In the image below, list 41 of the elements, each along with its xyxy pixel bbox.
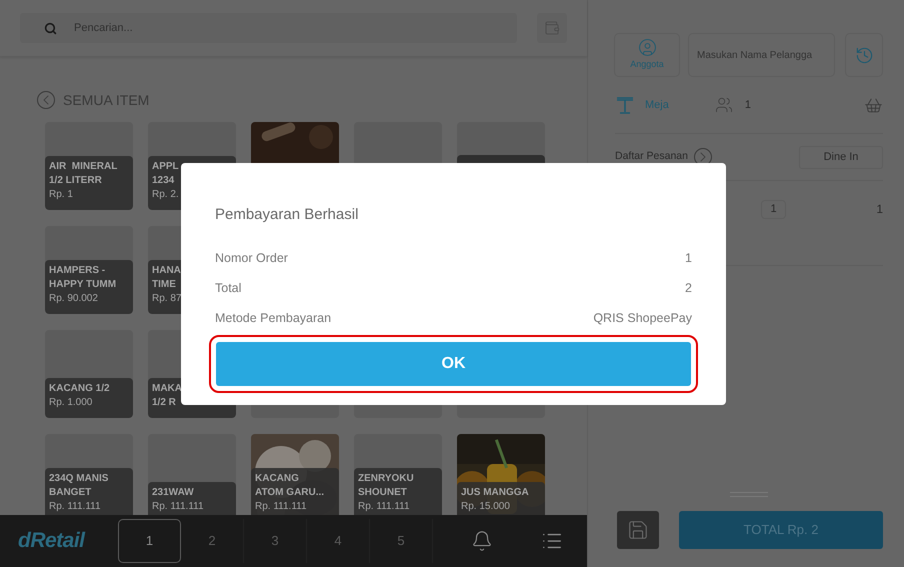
item-name: KACANG 1/2: [49, 382, 110, 396]
item-name: KACANG: [255, 472, 299, 486]
item-name: SHOUNET: [358, 486, 407, 500]
guest-count: 1: [744, 98, 751, 113]
item-price: Rp. 15.000: [461, 500, 510, 514]
detail-label: Metode Pembayaran: [215, 310, 332, 327]
item-price: Rp. 87: [152, 292, 182, 306]
item-name: 1234: [152, 174, 174, 188]
item-name: TIME: [152, 278, 176, 292]
item-price: Rp. 2.: [152, 188, 179, 202]
item-price: Rp. 111.111: [49, 500, 101, 514]
item-name: MAKA: [152, 382, 182, 396]
detail-value: QRIS ShopeePay: [593, 310, 692, 327]
detail-value: 2: [685, 280, 692, 297]
item-name: ZENRYOKU: [358, 472, 414, 486]
order-amount: 1: [876, 201, 883, 218]
item-name: AIR MINERAL: [49, 160, 118, 174]
item-price: Rp. 111.111: [255, 500, 307, 514]
item-price: Rp. 111.111: [152, 500, 204, 514]
order-list-title: Daftar Pesanan: [615, 149, 688, 164]
item-name: HANA: [152, 264, 181, 278]
detail-label: Nomor Order: [215, 250, 288, 267]
item-name: JUS MANGGA: [461, 486, 529, 500]
item-name: 234Q MANIS: [49, 472, 108, 486]
dialog-title: Pembayaran Berhasil: [215, 205, 360, 225]
item-name: BANGET: [49, 486, 92, 500]
item-name: 1/2 LITERR: [49, 174, 102, 188]
item-name: HAPPY TUMM: [49, 278, 116, 292]
item-price: Rp. 1: [49, 188, 73, 202]
item-name: APPL: [152, 160, 179, 174]
item-name: 1/2 R: [152, 396, 176, 410]
logo: dRetail: [18, 528, 86, 554]
item-price: Rp. 90.002: [49, 292, 98, 306]
quantity-badge: 1: [761, 200, 786, 219]
item-price: Rp. 111.111: [358, 500, 410, 514]
item-price: Rp. 1.000: [49, 396, 92, 410]
detail-value: 1: [685, 250, 692, 267]
item-name: 231WAW: [152, 486, 194, 500]
detail-label: Total: [215, 280, 242, 297]
item-name: ATOM GARU...: [255, 486, 324, 500]
item-name: HAMPERS -: [49, 264, 106, 278]
